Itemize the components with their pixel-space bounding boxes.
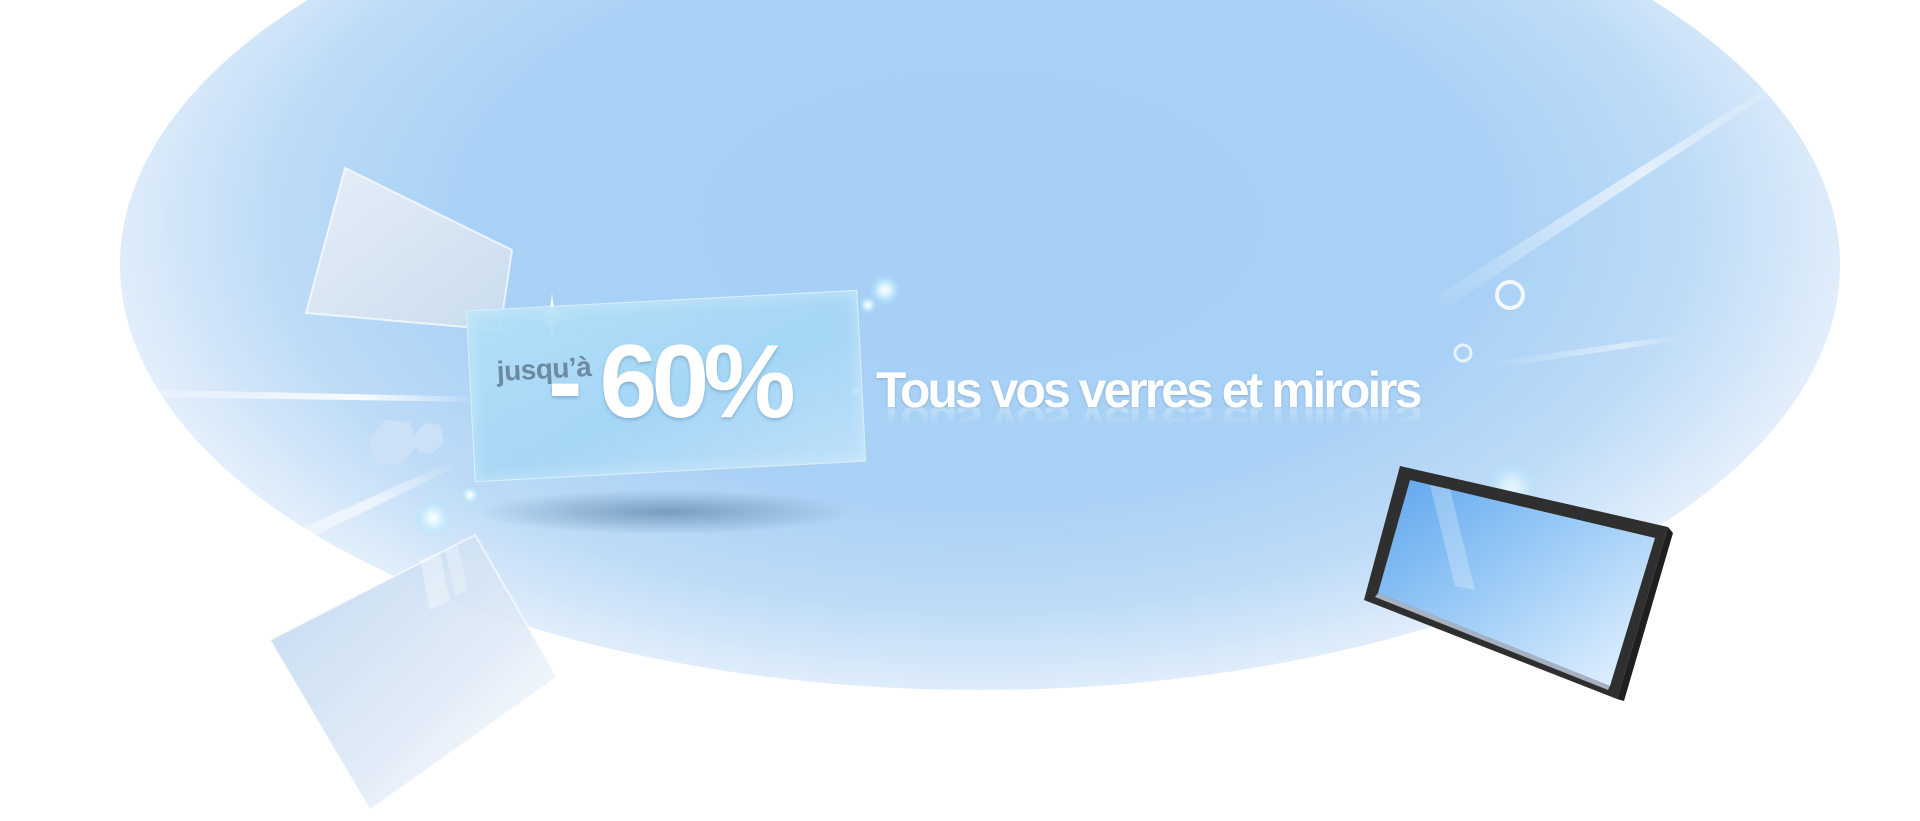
hexagon-icon — [368, 420, 444, 465]
glass-panel-bottom-icon — [268, 533, 559, 812]
card-shadow — [480, 490, 850, 534]
light-streak-top-right-icon — [1430, 78, 1786, 368]
framed-mirror-icon — [1364, 466, 1673, 701]
headline-reflection: Tous vos verres et miroirs — [876, 395, 1420, 451]
headline-group: Tous vos verres et miroirs Tous vos verr… — [876, 365, 1476, 451]
glass-panel-top-icon — [304, 166, 514, 332]
light-streak-left-icon — [80, 388, 480, 402]
discount-value: - 60% — [548, 324, 796, 440]
promo-banner[interactable]: jusqu’à - 60% Tous vos verres et miroirs… — [0, 0, 1920, 821]
